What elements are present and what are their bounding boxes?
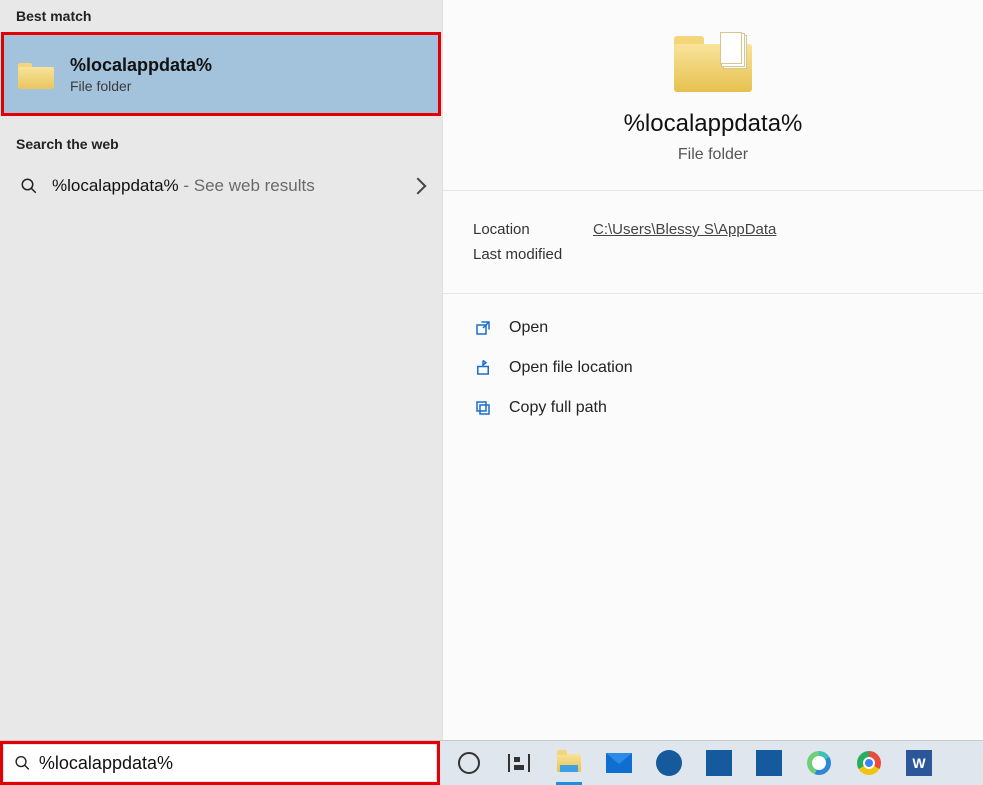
meta-location-key: Location xyxy=(473,221,593,238)
open-location-label: Open file location xyxy=(509,359,633,377)
best-match-text: %localappdata% File folder xyxy=(70,55,212,94)
task-view-button[interactable] xyxy=(504,748,534,778)
meta-location-row: Location C:\Users\Blessy S\AppData xyxy=(473,221,953,238)
chevron-right-icon xyxy=(410,178,427,195)
copy-path-action[interactable]: Copy full path xyxy=(467,388,959,428)
mail-icon xyxy=(606,753,632,773)
taskbar-icons: W xyxy=(454,748,934,778)
web-search-result[interactable]: %localappdata% - See web results xyxy=(0,160,442,212)
meta-modified-key: Last modified xyxy=(473,246,593,263)
app-icon xyxy=(706,750,732,776)
chrome-button[interactable] xyxy=(854,748,884,778)
app-button-2[interactable] xyxy=(754,748,784,778)
taskbar-search-box[interactable] xyxy=(4,745,436,781)
folder-large-icon xyxy=(674,30,752,92)
open-label: Open xyxy=(509,319,548,337)
dell-icon xyxy=(656,750,682,776)
circle-icon xyxy=(458,752,480,774)
taskbar-search-wrap xyxy=(0,741,440,785)
preview-header: %localappdata% File folder xyxy=(443,0,983,191)
preview-subtitle: File folder xyxy=(678,146,748,164)
preview-actions: Open Open file location Copy full path xyxy=(443,294,983,442)
best-match-header: Best match xyxy=(0,0,442,32)
web-result-text: %localappdata% - See web results xyxy=(52,176,315,196)
meta-modified-row: Last modified xyxy=(473,246,953,263)
search-icon xyxy=(20,177,38,195)
word-icon: W xyxy=(906,750,932,776)
preview-column: %localappdata% File folder Location C:\U… xyxy=(442,0,983,740)
chrome-icon xyxy=(857,751,881,775)
preview-metadata: Location C:\Users\Blessy S\AppData Last … xyxy=(443,191,983,294)
app-button-1[interactable] xyxy=(704,748,734,778)
preview-title: %localappdata% xyxy=(624,110,803,138)
dell-app-button[interactable] xyxy=(654,748,684,778)
cortana-button[interactable] xyxy=(454,748,484,778)
word-button[interactable]: W xyxy=(904,748,934,778)
open-location-action[interactable]: Open file location xyxy=(467,348,959,388)
task-view-icon xyxy=(508,754,530,772)
best-match-result[interactable]: %localappdata% File folder xyxy=(1,32,441,116)
folder-icon xyxy=(18,59,54,89)
search-icon xyxy=(14,754,31,772)
app-icon xyxy=(756,750,782,776)
file-explorer-icon xyxy=(557,754,581,772)
file-explorer-button[interactable] xyxy=(554,748,584,778)
meta-location-value[interactable]: C:\Users\Blessy S\AppData xyxy=(593,221,776,238)
open-action[interactable]: Open xyxy=(467,308,959,348)
results-column: Best match %localappdata% File folder Se… xyxy=(0,0,442,740)
windows-search-panel: Best match %localappdata% File folder Se… xyxy=(0,0,983,740)
edge-icon xyxy=(807,751,831,775)
edge-button[interactable] xyxy=(804,748,834,778)
open-icon xyxy=(473,318,493,338)
search-input[interactable] xyxy=(39,753,426,774)
folder-pages-icon xyxy=(720,32,742,64)
taskbar: W xyxy=(0,740,983,785)
copy-path-label: Copy full path xyxy=(509,399,607,417)
mail-button[interactable] xyxy=(604,748,634,778)
best-match-title: %localappdata% xyxy=(70,55,212,76)
location-icon xyxy=(473,358,493,378)
search-web-header: Search the web xyxy=(0,128,442,160)
copy-icon xyxy=(473,398,493,418)
best-match-subtitle: File folder xyxy=(70,78,212,94)
